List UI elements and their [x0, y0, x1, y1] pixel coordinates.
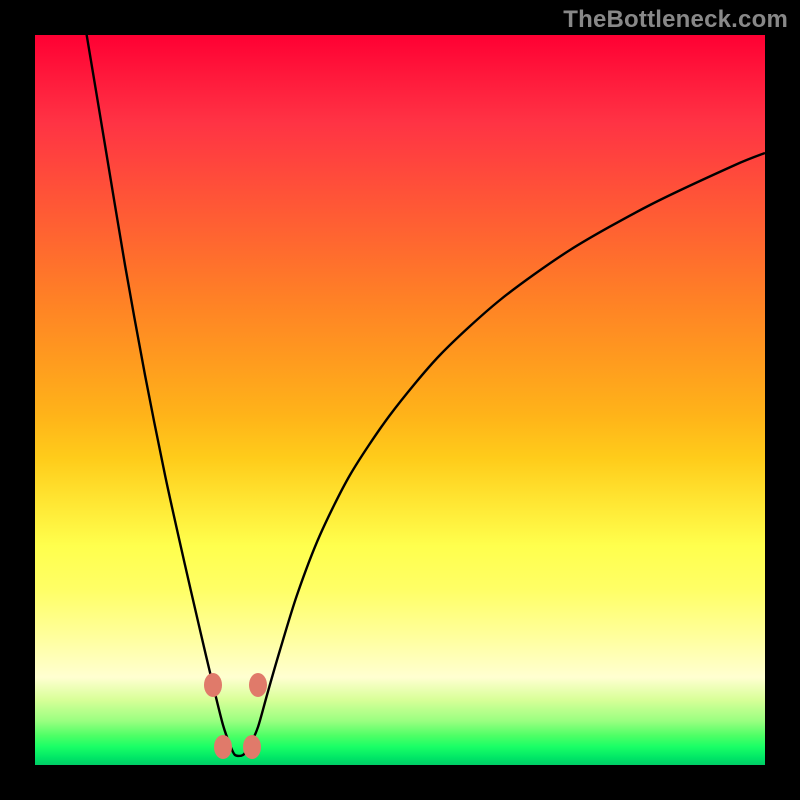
optimal-zone-markers — [204, 673, 267, 759]
marker-dot — [204, 673, 222, 697]
chart-frame: TheBottleneck.com — [0, 0, 800, 800]
bottleneck-curve — [35, 35, 765, 765]
curve-path — [85, 35, 765, 756]
marker-dot — [243, 735, 261, 759]
marker-dot — [214, 735, 232, 759]
marker-dot — [249, 673, 267, 697]
plot-area — [35, 35, 765, 765]
watermark-text: TheBottleneck.com — [563, 6, 788, 34]
